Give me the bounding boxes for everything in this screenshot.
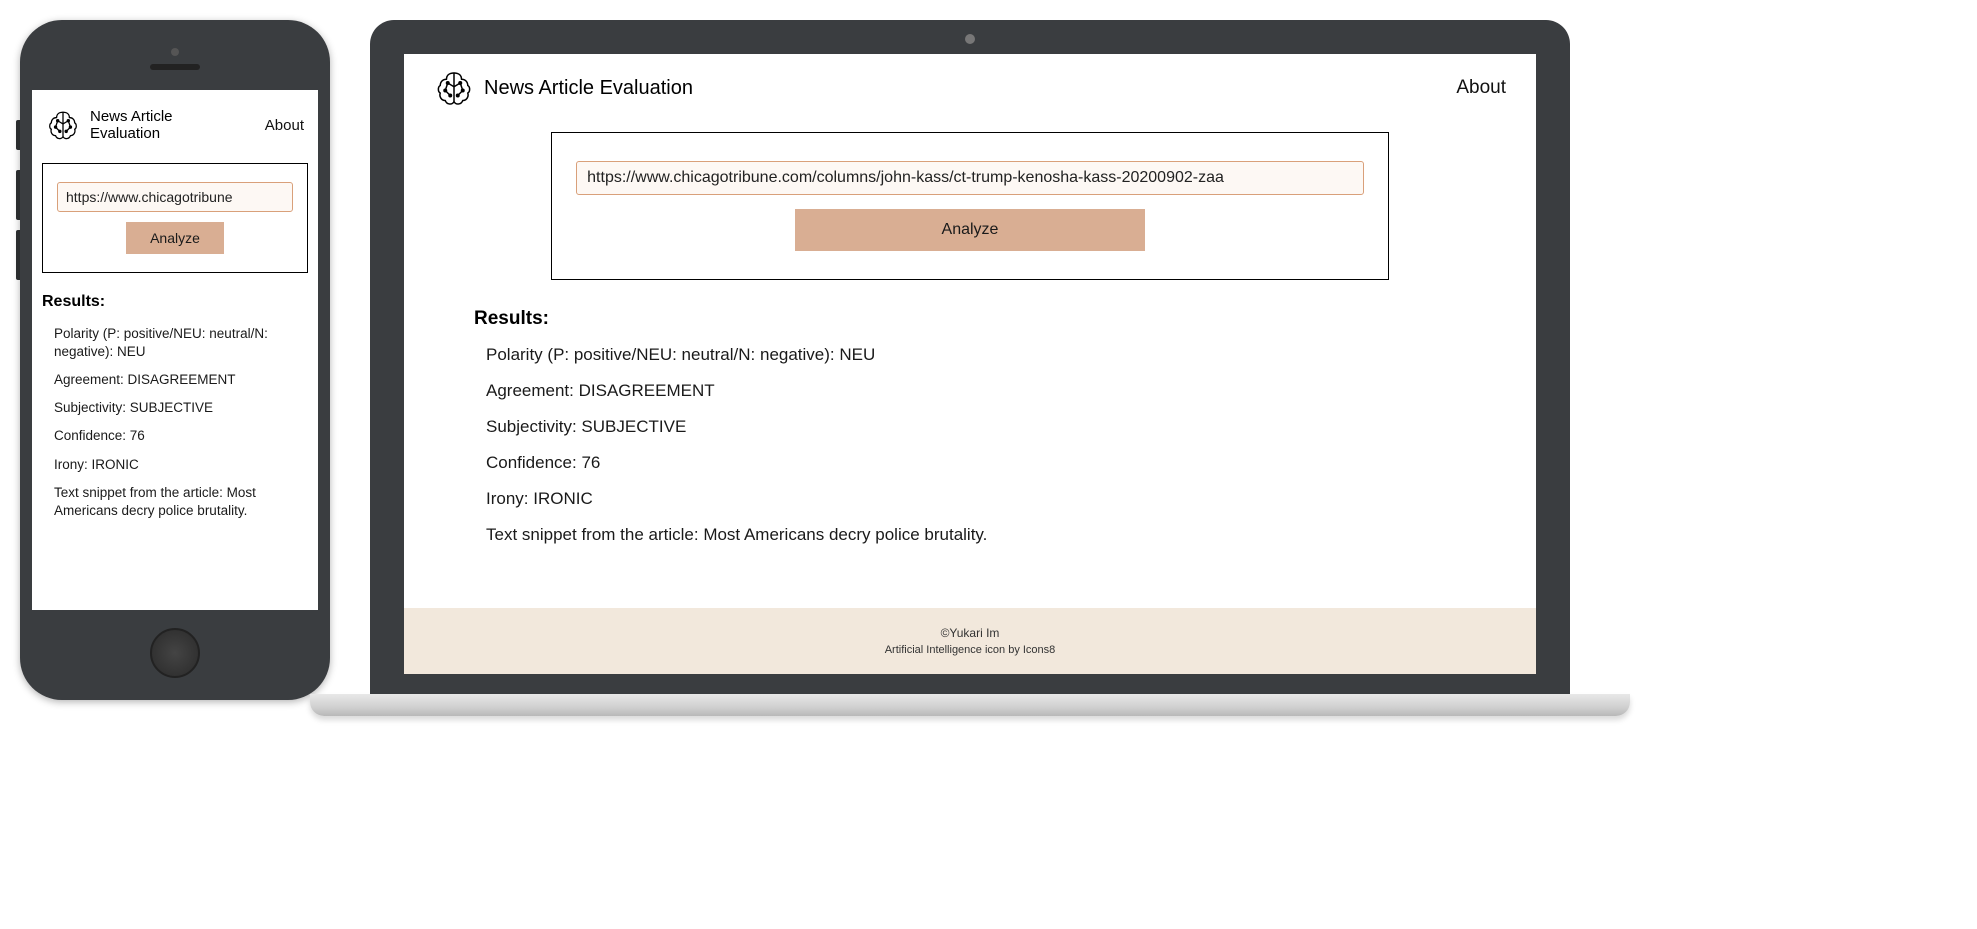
phone-speaker [150, 64, 200, 70]
footer-attribution: Artificial Intelligence icon by Icons8 [404, 644, 1536, 656]
input-panel: Analyze [42, 163, 308, 273]
results-heading: Results: [474, 308, 1466, 330]
result-confidence: Confidence: 76 [54, 427, 304, 445]
navbar-brand: News Article Evaluation [434, 68, 693, 108]
phone-side-button [16, 120, 20, 150]
about-link[interactable]: About [265, 117, 304, 134]
result-irony: Irony: IRONIC [54, 456, 304, 474]
url-input[interactable] [576, 161, 1364, 195]
laptop-camera [965, 34, 975, 44]
laptop-device-wrap: News Article Evaluation About Analyze Re… [370, 20, 1570, 716]
navbar: News Article Evaluation About [404, 54, 1536, 122]
result-snippet: Text snippet from the article: Most Amer… [54, 484, 304, 520]
results-block: Polarity (P: positive/NEU: neutral/N: ne… [42, 325, 308, 521]
result-agreement: Agreement: DISAGREEMENT [54, 371, 304, 389]
results-block: Polarity (P: positive/NEU: neutral/N: ne… [474, 344, 1466, 547]
result-subjectivity: Subjectivity: SUBJECTIVE [486, 416, 1462, 439]
analyze-button[interactable]: Analyze [795, 209, 1145, 251]
app-title: News Article Evaluation [484, 77, 693, 100]
results-heading: Results: [42, 293, 308, 311]
laptop-device-frame: News Article Evaluation About Analyze Re… [370, 20, 1570, 694]
about-link[interactable]: About [1456, 77, 1506, 99]
laptop-base [310, 694, 1630, 716]
analyze-button[interactable]: Analyze [126, 222, 224, 254]
result-polarity: Polarity (P: positive/NEU: neutral/N: ne… [486, 344, 1462, 367]
phone-home-button [150, 628, 200, 678]
laptop-screen: News Article Evaluation About Analyze Re… [404, 54, 1536, 674]
phone-side-button [16, 170, 20, 220]
brain-icon [434, 68, 474, 108]
results-area: Results: Polarity (P: positive/NEU: neut… [404, 300, 1536, 560]
navbar-brand: News Article Evaluation [46, 108, 210, 143]
result-agreement: Agreement: DISAGREEMENT [486, 380, 1462, 403]
navbar: News Article Evaluation About [42, 102, 308, 153]
phone-side-button [16, 230, 20, 280]
result-irony: Irony: IRONIC [486, 488, 1462, 511]
result-polarity: Polarity (P: positive/NEU: neutral/N: ne… [54, 325, 304, 361]
result-subjectivity: Subjectivity: SUBJECTIVE [54, 399, 304, 417]
phone-screen: News Article Evaluation About Analyze Re… [32, 90, 318, 610]
input-panel: Analyze [551, 132, 1389, 280]
phone-device-frame: News Article Evaluation About Analyze Re… [20, 20, 330, 700]
url-input[interactable] [57, 182, 293, 212]
app-title: News Article Evaluation [90, 108, 210, 143]
result-snippet: Text snippet from the article: Most Amer… [486, 524, 1462, 547]
result-confidence: Confidence: 76 [486, 452, 1462, 475]
brain-icon [46, 108, 80, 142]
footer: ©Yukari Im Artificial Intelligence icon … [404, 608, 1536, 674]
footer-copyright: ©Yukari Im [404, 626, 1536, 640]
